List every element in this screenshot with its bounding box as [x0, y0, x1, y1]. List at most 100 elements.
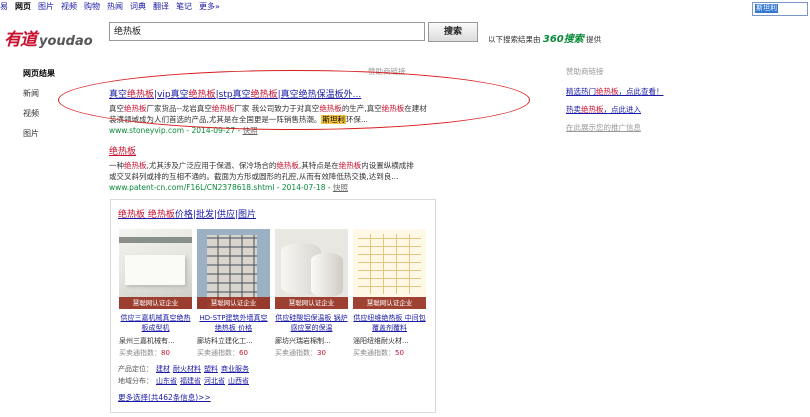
product-seller: 泉州三嘉机械有... — [119, 337, 175, 345]
search-button[interactable]: 搜索 — [428, 22, 478, 42]
top-right-search-input[interactable]: 斯坦利 — [752, 2, 808, 16]
product-title[interactable]: 供应三嘉机械真空绝热板成型机 — [119, 313, 192, 333]
text-segment: 内设置纵横成排 — [361, 161, 414, 170]
index-value: 50 — [395, 349, 404, 357]
result-2-snippet-line1: 一种绝热板,尤其涉及广泛应用于保温、保冷场合的绝热板,其特点是在绝热板内设置纵横… — [109, 160, 449, 171]
index-value: 80 — [161, 349, 170, 357]
product-title[interactable]: 供应硅酸铝保温板 锅炉感应室的保温 — [275, 313, 348, 333]
title-segment: 绝热板 — [147, 210, 175, 220]
region-distribution-row: 地域分布： 山东省 福建省 河北省 山西省 — [118, 376, 249, 386]
top-nav-item[interactable]: 词典 — [130, 2, 146, 11]
title-segment: 价格|批发|供应|图片 — [174, 210, 257, 220]
certified-badge: 慧聪网认证企业 — [353, 297, 426, 309]
text-segment: ，点此查看！ — [618, 87, 664, 96]
keyword: 绝热板 — [338, 161, 362, 170]
left-nav-item[interactable]: 视频 — [23, 108, 55, 128]
text-segment: 一种 — [109, 161, 124, 170]
provider-text: 以下搜索结果由 — [488, 35, 541, 44]
left-nav-item[interactable]: 网页结果 — [23, 68, 55, 88]
top-nav-item[interactable]: 购物 — [84, 2, 100, 11]
index-label: 买卖通指数： — [353, 349, 395, 357]
region-link[interactable]: 山西省 — [228, 377, 249, 385]
product-seller: 廊坊兴瑞岩棉制... — [275, 337, 331, 345]
title-segment: 绝热板 — [118, 210, 146, 220]
provider-suffix: 提供 — [586, 35, 602, 44]
side-sponsor-header: 赞助商链接 — [566, 67, 604, 76]
product-index: 买卖通指数：80 — [119, 348, 192, 358]
product-seller: 廊坊科立建化工... — [197, 337, 253, 345]
product-title[interactable]: HD-STP建筑外墙真空绝热板 价格 — [197, 313, 270, 333]
top-nav: 易网页 图片 视频 购物 热闻 词典 翻译 笔记 更多» — [0, 1, 227, 13]
product-image-insulation-panel[interactable]: 慧聪网认证企业 — [119, 229, 192, 309]
product-card[interactable]: 慧聪网认证企业 供应硅酸铝保温板 锅炉感应室的保温 廊坊兴瑞岩棉制... 买卖通… — [275, 229, 348, 358]
index-label: 买卖通指数： — [119, 349, 161, 357]
result-2: 绝热板 一种绝热板,尤其涉及广泛应用于保温、保冷场合的绝热板,其特点是在绝热板内… — [109, 144, 449, 193]
product-title[interactable]: 供应纽维绝热板 中间包覆盖剂覆料 — [353, 313, 426, 333]
positioning-link[interactable]: 建材 — [156, 365, 170, 373]
index-value: 30 — [317, 349, 326, 357]
side-sponsor-link-1[interactable]: 精选热门绝热板，点此查看！ — [566, 86, 664, 97]
keyword: 绝热板 — [124, 161, 147, 170]
top-nav-item[interactable]: 易 — [0, 2, 8, 11]
top-nav-item[interactable]: 图片 — [38, 2, 54, 11]
side-sponsor-link-2[interactable]: 热卖绝热板，点此进入 — [566, 104, 664, 115]
region-link[interactable]: 山东省 — [156, 377, 177, 385]
keyword: 绝热板 — [596, 87, 619, 96]
result-2-url-text: www.patent-cn.com/F16L/CN2378618.shtml -… — [109, 183, 333, 192]
text-segment: ,其特点是在 — [298, 161, 339, 170]
top-nav-item[interactable]: 热闻 — [107, 2, 123, 11]
shopping-card: 绝热板 绝热板价格|批发|供应|图片 慧聪网认证企业 供应三嘉机械真空绝热板成型… — [110, 199, 436, 413]
top-nav-item[interactable]: 笔记 — [176, 2, 192, 11]
product-card[interactable]: 慧聪网认证企业 供应三嘉机械真空绝热板成型机 泉州三嘉机械有... 买卖通指数：… — [119, 229, 192, 358]
right-sponsored: 赞助商链接 精选热门绝热板，点此查看！ 热卖绝热板，点此进入 在此展示您的推广信… — [566, 66, 664, 133]
text-segment: 精选热门 — [566, 87, 596, 96]
logo-cn: 有道 — [4, 30, 37, 50]
product-positioning-row: 产品定位： 建材 耐火材料 塑料 商业服务 — [118, 364, 249, 374]
top-right-search-text: 斯坦利 — [755, 4, 778, 13]
left-nav: 网页结果 新闻 视频 图片 — [23, 68, 55, 148]
youdao-logo[interactable]: 有道 youdao — [4, 25, 93, 50]
more-options-link[interactable]: 更多选择(共462条信息)>> — [118, 392, 211, 403]
brand-360-logo[interactable]: 360搜索 — [543, 34, 584, 45]
top-nav-item[interactable]: 网页 — [15, 2, 31, 11]
search-input[interactable]: 绝热板 — [109, 22, 425, 41]
top-nav-item[interactable]: 更多» — [199, 2, 220, 11]
product-card[interactable]: 慧聪网认证企业 供应纽维绝热板 中间包覆盖剂覆料 淄阳纽维耐火材... 买卖通指… — [353, 229, 426, 358]
positioning-link[interactable]: 塑料 — [204, 365, 218, 373]
product-image-rolls[interactable]: 慧聪网认证企业 — [275, 229, 348, 309]
certified-badge: 慧聪网认证企业 — [119, 297, 192, 309]
product-index: 买卖通指数：60 — [197, 348, 270, 358]
top-nav-item[interactable]: 翻译 — [153, 2, 169, 11]
logo-en: youdao — [39, 34, 93, 49]
positioning-link[interactable]: 商业服务 — [221, 365, 249, 373]
product-card[interactable]: 慧聪网认证企业 HD-STP建筑外墙真空绝热板 价格 廊坊科立建化工... 买卖… — [197, 229, 270, 358]
region-link[interactable]: 河北省 — [204, 377, 225, 385]
text-segment: ,尤其涉及广泛应用于保温、保冷场合的 — [146, 161, 277, 170]
index-label: 买卖通指数： — [197, 349, 239, 357]
product-image-spec-sheet[interactable]: 慧聪网认证企业 — [353, 229, 426, 309]
product-seller: 淄阳纽维耐火材... — [353, 337, 409, 345]
index-label: 买卖通指数： — [275, 349, 317, 357]
keyword: 绝热板 — [581, 105, 604, 114]
product-index: 买卖通指数：30 — [275, 348, 348, 358]
positioning-label: 产品定位： — [118, 365, 153, 373]
result-2-snapshot-link[interactable]: 快照 — [333, 183, 348, 192]
left-nav-item[interactable]: 新闻 — [23, 88, 55, 108]
shopping-card-title[interactable]: 绝热板 绝热板价格|批发|供应|图片 — [118, 207, 256, 220]
result-2-snippet-line2: 或交叉斜列或排的互相不通的。截面为方形或圆形的孔腔,从而有效降低热交换,达到良.… — [109, 172, 399, 181]
side-ad-link[interactable]: 在此展示您的推广信息 — [566, 122, 664, 133]
result-2-title[interactable]: 绝热板 — [109, 144, 449, 157]
region-link[interactable]: 福建省 — [180, 377, 201, 385]
result-2-url: www.patent-cn.com/F16L/CN2378618.shtml -… — [109, 182, 449, 193]
red-annotation-ellipse — [58, 70, 530, 130]
product-image-building[interactable]: 慧聪网认证企业 — [197, 229, 270, 309]
search-provider-note: 以下搜索结果由 360搜索 提供 — [488, 30, 601, 45]
certified-badge: 慧聪网认证企业 — [275, 297, 348, 309]
positioning-link[interactable]: 耐火材料 — [173, 365, 201, 373]
keyword: 绝热板 — [276, 161, 299, 170]
certified-badge: 慧聪网认证企业 — [197, 297, 270, 309]
product-index: 买卖通指数：50 — [353, 348, 426, 358]
text-segment: 热卖 — [566, 105, 581, 114]
left-nav-item[interactable]: 图片 — [23, 128, 55, 148]
top-nav-item[interactable]: 视频 — [61, 2, 77, 11]
